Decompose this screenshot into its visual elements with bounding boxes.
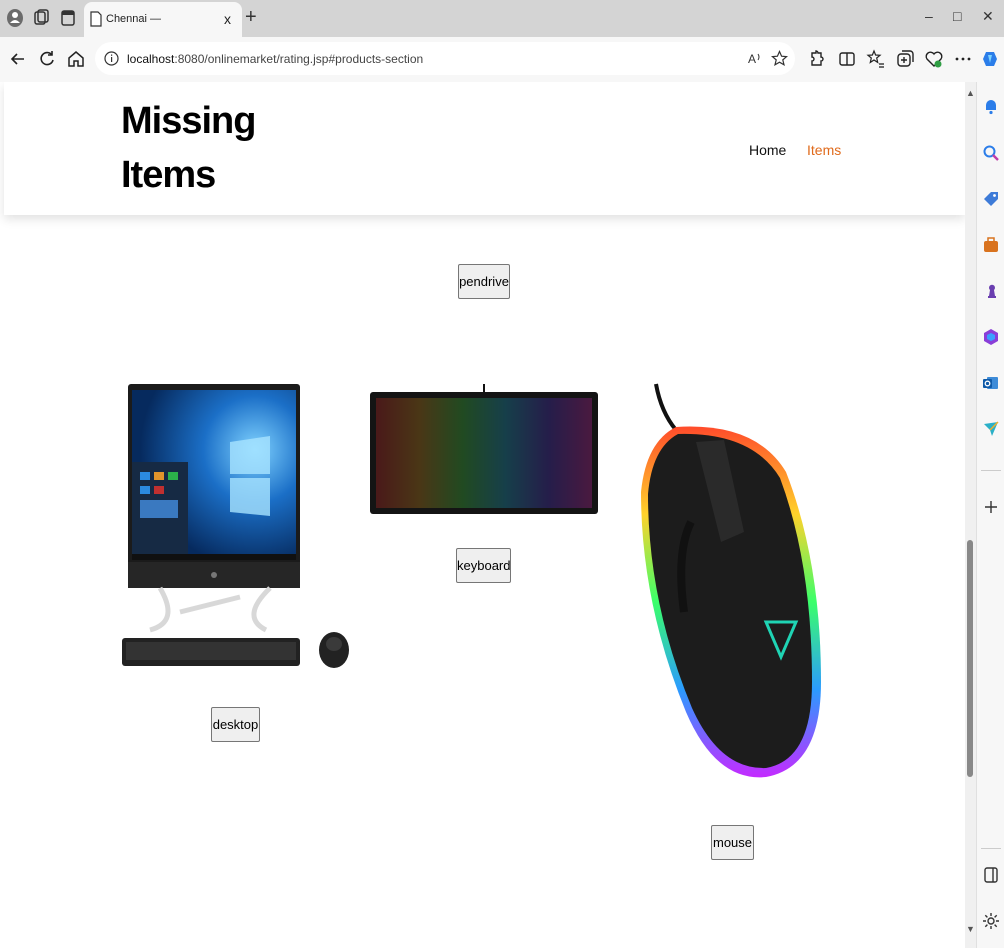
tools-briefcase-icon[interactable] bbox=[982, 236, 1000, 254]
rgb-keyboard-image[interactable] bbox=[368, 384, 600, 516]
extensions-icon[interactable] bbox=[806, 49, 826, 69]
sidebar-separator bbox=[981, 470, 1001, 471]
sidebar-separator bbox=[981, 848, 1001, 849]
logo-line-2: Items bbox=[121, 154, 216, 196]
new-tab-button[interactable]: + bbox=[245, 6, 257, 29]
site-info-icon[interactable] bbox=[104, 51, 119, 66]
split-screen-icon[interactable] bbox=[837, 49, 857, 69]
nav-items-link[interactable]: Items bbox=[807, 142, 841, 158]
browser-essentials-icon[interactable] bbox=[924, 49, 944, 69]
rgb-gaming-mouse-image[interactable] bbox=[636, 382, 828, 782]
pendrive-button[interactable]: pendrive bbox=[458, 264, 510, 299]
desktop-button[interactable]: desktop bbox=[211, 707, 260, 742]
search-icon[interactable] bbox=[982, 144, 1000, 162]
url-host: localhost bbox=[127, 52, 175, 66]
site-header: Missing Items Home Items bbox=[4, 82, 965, 215]
home-icon[interactable] bbox=[66, 49, 86, 69]
logo-line-1: Missing bbox=[121, 100, 256, 142]
tab-close-button[interactable]: x bbox=[224, 11, 231, 27]
active-tab[interactable]: Chennai — x bbox=[84, 2, 242, 37]
favorites-list-icon[interactable] bbox=[866, 49, 886, 69]
games-chess-icon[interactable] bbox=[982, 282, 1000, 300]
read-aloud-icon[interactable]: A bbox=[747, 50, 763, 66]
page-scrollbar[interactable]: ▲ ▼ bbox=[965, 82, 976, 948]
microsoft-365-icon[interactable] bbox=[982, 328, 1000, 346]
close-window-button[interactable]: ✕ bbox=[982, 8, 994, 25]
page-viewport: Missing Items Home Items pendrive deskto… bbox=[0, 82, 965, 948]
scroll-up-arrow-icon[interactable]: ▲ bbox=[966, 88, 975, 98]
address-bar[interactable]: localhost:8080/onlinemarket/rating.jsp#p… bbox=[95, 42, 795, 75]
url-text: localhost:8080/onlinemarket/rating.jsp#p… bbox=[127, 52, 423, 66]
tab-actions-icon[interactable] bbox=[58, 8, 78, 28]
outlook-icon[interactable] bbox=[982, 374, 1000, 392]
favorite-star-icon[interactable] bbox=[771, 50, 788, 67]
nav-home-link[interactable]: Home bbox=[749, 142, 786, 158]
collections-icon[interactable] bbox=[895, 49, 915, 69]
edge-sidebar bbox=[976, 82, 1004, 948]
workspaces-icon[interactable] bbox=[31, 8, 51, 28]
copilot-icon[interactable] bbox=[980, 49, 1000, 69]
minimize-button[interactable]: – bbox=[925, 8, 933, 24]
more-options-icon[interactable] bbox=[953, 49, 973, 69]
desktop-computer-image[interactable] bbox=[120, 382, 352, 672]
keyboard-button[interactable]: keyboard bbox=[456, 548, 511, 583]
scroll-down-arrow-icon[interactable]: ▼ bbox=[966, 924, 975, 934]
page-icon bbox=[90, 11, 102, 27]
hide-sidebar-icon[interactable] bbox=[982, 866, 1000, 884]
toolbar: localhost:8080/onlinemarket/rating.jsp#p… bbox=[0, 37, 1004, 82]
scroll-thumb[interactable] bbox=[967, 540, 973, 777]
tab-bar: Chennai — x + – □ ✕ bbox=[0, 0, 1004, 37]
bell-icon[interactable] bbox=[982, 98, 1000, 116]
svg-text:A: A bbox=[748, 52, 756, 66]
drop-send-icon[interactable] bbox=[982, 420, 1000, 438]
mouse-button[interactable]: mouse bbox=[711, 825, 754, 860]
maximize-button[interactable]: □ bbox=[953, 8, 961, 24]
shopping-tag-icon[interactable] bbox=[982, 190, 1000, 208]
back-arrow-icon[interactable] bbox=[8, 49, 28, 69]
url-path: :8080/onlinemarket/rating.jsp#products-s… bbox=[174, 52, 424, 66]
settings-gear-icon[interactable] bbox=[982, 912, 1000, 930]
tab-title: Chennai — bbox=[106, 13, 162, 25]
profile-icon[interactable] bbox=[5, 8, 25, 28]
refresh-icon[interactable] bbox=[37, 49, 57, 69]
add-icon[interactable] bbox=[982, 498, 1000, 516]
site-logo[interactable]: Missing Items bbox=[121, 94, 261, 202]
